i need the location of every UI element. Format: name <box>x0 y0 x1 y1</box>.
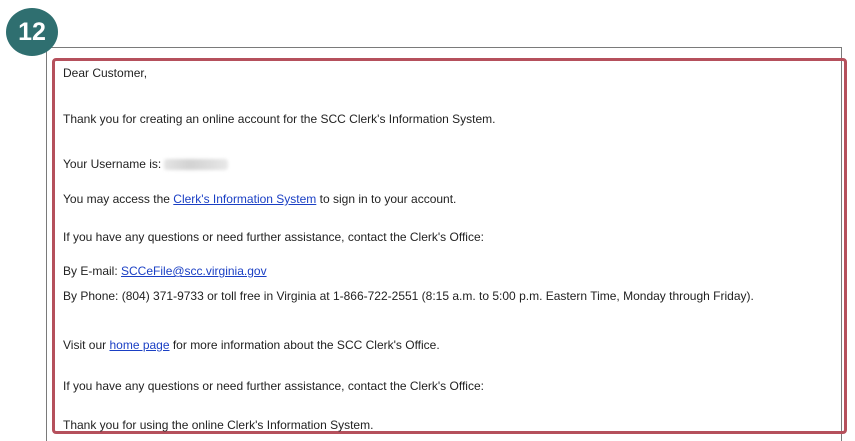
email-thanks-creating: Thank you for creating an online account… <box>63 112 496 126</box>
tutorial-screenshot: 12 Dear Customer, Thank you for creating… <box>0 0 855 441</box>
email-email-line: By E-mail: SCCeFile@scc.virginia.gov <box>63 264 267 278</box>
email-visit-line: Visit our home page for more information… <box>63 338 440 352</box>
access-suffix-text: to sign in to your account. <box>316 192 457 206</box>
email-phone-line: By Phone: (804) 371-9733 or toll free in… <box>63 289 754 303</box>
access-prefix-text: You may access the <box>63 192 174 206</box>
visit-suffix-text: for more information about the SCC Clerk… <box>169 338 440 352</box>
email-access-line: You may access the Clerk's Information S… <box>63 192 456 206</box>
email-label: By E-mail: <box>63 264 122 278</box>
email-username-line: Your Username is: <box>63 157 229 171</box>
username-value-redacted <box>164 159 229 171</box>
email-questions-1: If you have any questions or need furthe… <box>63 230 484 244</box>
email-questions-2: If you have any questions or need furthe… <box>63 379 484 393</box>
scc-efile-email-link[interactable]: SCCeFile@scc.virginia.gov <box>121 264 267 278</box>
step-number-badge: 12 <box>6 8 58 56</box>
clerks-information-system-link[interactable]: Clerk's Information System <box>173 192 316 206</box>
email-closing: Thank you for using the online Clerk's I… <box>63 418 374 432</box>
username-label: Your Username is: <box>63 157 162 171</box>
email-greeting: Dear Customer, <box>63 66 148 80</box>
home-page-link[interactable]: home page <box>109 338 169 352</box>
visit-prefix-text: Visit our <box>63 338 110 352</box>
